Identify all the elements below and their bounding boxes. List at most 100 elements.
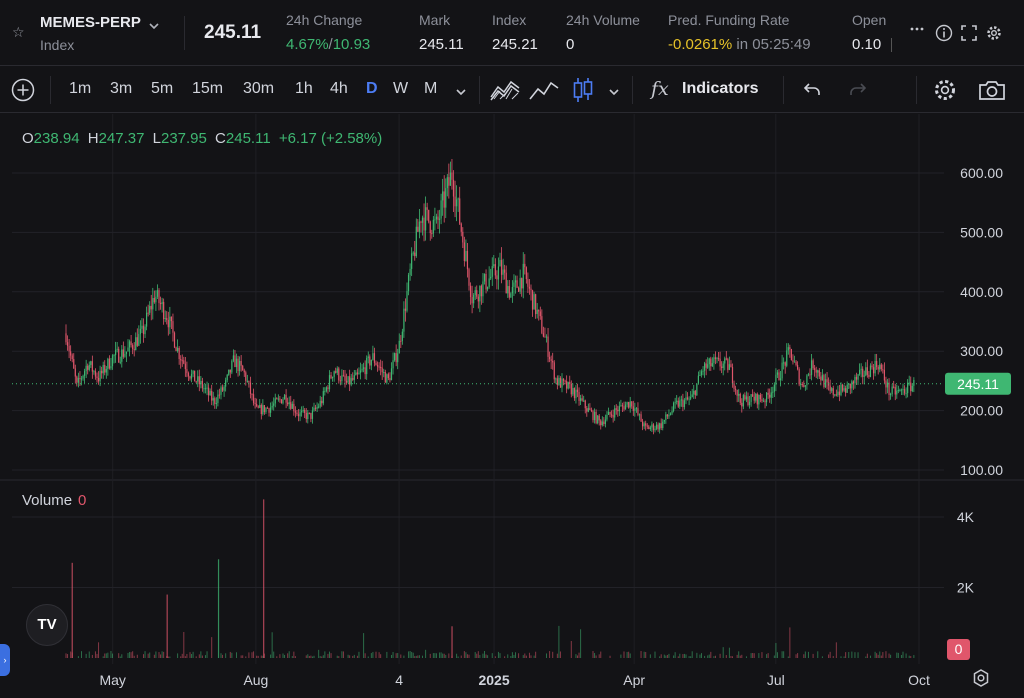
candle-body <box>394 353 396 361</box>
candle-body <box>671 410 673 414</box>
candle-body <box>192 370 194 374</box>
candle-body <box>513 282 515 287</box>
candle-body <box>180 359 182 361</box>
volume-bar <box>415 655 417 658</box>
timeframe-1m[interactable]: 1m <box>69 80 91 98</box>
candle-body <box>855 376 858 380</box>
candle-body <box>290 402 292 409</box>
volume-bar <box>840 656 842 658</box>
volume-bar <box>282 653 284 658</box>
timeframe-m[interactable]: M <box>424 80 437 98</box>
candle-body <box>807 374 810 376</box>
volume-bar <box>741 654 743 658</box>
timeframe-30m[interactable]: 30m <box>243 80 274 98</box>
volume-bar <box>439 652 441 658</box>
camera-icon[interactable] <box>978 78 1006 107</box>
candle-body <box>798 369 800 385</box>
volume-bar <box>418 655 420 658</box>
volume-bar <box>474 652 476 658</box>
candle-body <box>886 382 889 388</box>
undo-icon[interactable] <box>802 80 822 105</box>
candle-body <box>897 390 899 392</box>
star-icon[interactable]: ☆ <box>12 24 25 41</box>
candle-body <box>697 375 699 384</box>
more-icon[interactable] <box>910 22 924 41</box>
volume-tick-label: 2K <box>957 580 975 596</box>
symbol-name[interactable]: MEMES-PERP <box>40 14 141 31</box>
candle-body <box>841 384 844 391</box>
candle-body <box>144 326 146 335</box>
axis-settings-icon[interactable] <box>971 668 991 693</box>
timeframe-w[interactable]: W <box>393 80 408 98</box>
candles-icon[interactable] <box>572 77 594 108</box>
candle-body <box>623 406 625 410</box>
volume-bar <box>349 655 351 658</box>
timeframe-d[interactable]: D <box>366 80 378 98</box>
redo-icon[interactable] <box>848 80 868 105</box>
chevron-down-icon[interactable] <box>148 20 160 35</box>
candle-body <box>845 388 847 393</box>
volume-bar <box>807 651 809 658</box>
candle-body <box>686 397 689 400</box>
candle-body <box>809 374 811 376</box>
candle-body <box>553 362 555 380</box>
volume-bar <box>414 656 416 658</box>
tradingview-logo[interactable]: TV <box>26 604 68 646</box>
volume-bar <box>136 654 138 658</box>
candle-body <box>638 414 641 416</box>
volume-bar <box>499 653 501 658</box>
fullscreen-icon[interactable] <box>960 24 978 47</box>
line-chart-icon[interactable] <box>529 79 559 106</box>
candle-body <box>370 359 372 366</box>
timeframe-3m[interactable]: 3m <box>110 80 132 98</box>
candle-body <box>257 406 259 408</box>
candle-body <box>587 408 589 412</box>
candle-body <box>683 400 686 408</box>
timeframe-15m[interactable]: 15m <box>192 80 223 98</box>
volume-bar <box>184 656 186 658</box>
candle-body <box>773 384 775 392</box>
indicators-icon[interactable]: fx <box>651 78 669 100</box>
info-icon[interactable] <box>935 24 953 47</box>
gear-icon[interactable] <box>985 24 1003 47</box>
candle-body <box>80 378 83 380</box>
candle-body <box>425 207 427 231</box>
candle-body <box>146 312 148 327</box>
candle-body <box>101 370 103 374</box>
volume-bar <box>487 655 489 658</box>
candle-body <box>810 360 813 375</box>
candle-body <box>218 394 221 396</box>
timeframe-chevron-icon[interactable] <box>455 85 467 103</box>
timeframe-1h[interactable]: 1h <box>295 80 313 98</box>
price-chart[interactable]: May Aug 4 2025 Apr Jul Oct 600.00 500.00 400.00 30… <box>0 114 1024 698</box>
candle-body <box>835 394 837 396</box>
volume-bar <box>510 655 512 658</box>
sidebar-toggle[interactable]: › <box>0 644 10 676</box>
candle-body <box>604 419 606 425</box>
candle-body <box>266 407 269 409</box>
candle-body <box>519 278 521 292</box>
volume-bar <box>91 654 93 658</box>
change-value: 4.67%/10.93 <box>286 36 370 53</box>
volume-bar <box>882 652 884 658</box>
candle-body <box>741 402 743 407</box>
volume-bar <box>848 652 850 658</box>
volume-bar <box>342 651 344 658</box>
timeframe-5m[interactable]: 5m <box>151 80 173 98</box>
candle-body <box>302 409 304 412</box>
candle-body <box>71 355 73 360</box>
candle-body <box>139 328 141 335</box>
price-tick-label: 600.00 <box>960 165 1003 181</box>
chart-type-chevron-icon[interactable] <box>608 85 620 103</box>
candle-body <box>632 406 634 411</box>
candle-body <box>629 401 631 408</box>
indicators-button[interactable]: Indicators <box>682 80 758 98</box>
timeframe-4h[interactable]: 4h <box>330 80 348 98</box>
chart-settings-icon[interactable] <box>932 77 958 108</box>
add-symbol-icon[interactable] <box>11 78 35 107</box>
candle-body <box>333 371 335 377</box>
volume-bar <box>400 654 402 658</box>
volume-bar <box>256 655 258 658</box>
candle-body <box>708 358 710 365</box>
area-chart-icon[interactable] <box>490 77 520 106</box>
